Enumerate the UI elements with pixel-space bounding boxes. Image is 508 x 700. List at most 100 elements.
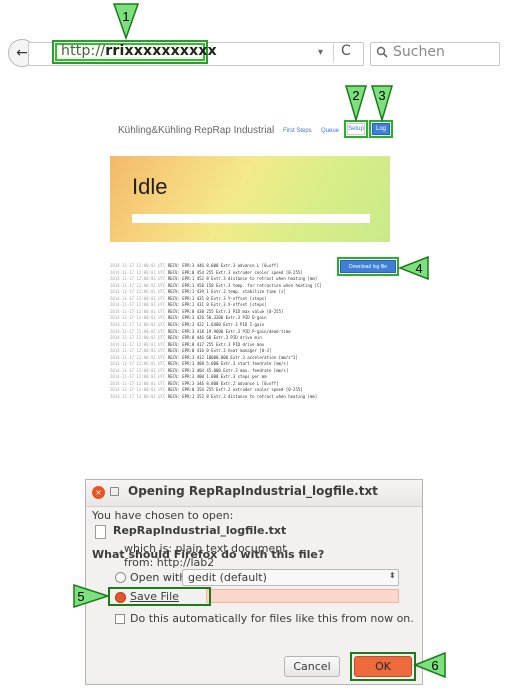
nav-setup-button[interactable]: Setup <box>347 123 365 135</box>
dialog-title: Opening RepRapIndustrial_logfile.txt <box>128 484 378 498</box>
url-dropdown-icon[interactable]: ▾ <box>318 47 323 58</box>
log-message: RECV: EPR:3 408 5.000 Extr.3 start feedr… <box>167 361 289 367</box>
log-line: 2014-11-17 12:00:01 UTC RECV: EPR:0 354 … <box>110 387 303 392</box>
callout-2: 2 <box>352 87 360 103</box>
reload-icon[interactable]: C <box>341 43 351 59</box>
callout-3: 3 <box>378 87 386 103</box>
save-file-radio[interactable] <box>115 592 126 603</box>
open-with-label[interactable]: Open with <box>130 571 186 584</box>
log-timestamp: 2014-11-17 12:00:01 UTC <box>110 263 166 268</box>
log-message: RECV: EPR:0 446 60 Extr.3 PID drive min <box>167 335 262 341</box>
log-message: RECV: EPR:0 430 255 Extr.3 PID max value… <box>167 308 284 314</box>
log-line: 2014-11-17 12:00:01 UTC RECV: EPR:0 446 … <box>110 335 262 340</box>
auto-checkbox[interactable] <box>115 614 125 624</box>
log-line: 2014-11-17 12:00:01 UTC RECV: EPR:3 426 … <box>110 315 267 320</box>
log-message: RECV: EPR:3 426 50.3200 Extr.3 PID D-gai… <box>167 315 267 321</box>
log-message: RECV: EPR:1 450 150 Extr.3 temp. for ret… <box>167 282 322 288</box>
log-message: RECV: EPR:1 435 0 Extr.3 Y-offset [steps… <box>167 295 267 301</box>
select-arrows-icon: ⬍ <box>389 571 396 580</box>
log-line: 2014-11-17 12:00:01 UTC RECV: EPR:1 452 … <box>110 276 317 281</box>
callout-6: 6 <box>431 657 439 673</box>
app-select-value: gedit (default) <box>188 571 267 584</box>
log-timestamp: 2014-11-17 12:00:01 UTC <box>110 394 166 399</box>
log-timestamp: 2014-11-17 12:00:01 UTC <box>110 380 166 386</box>
file-name: RepRapIndustrial_logfile.txt <box>113 524 287 537</box>
log-timestamp: 2014-11-17 12:00:01 UTC <box>110 341 166 347</box>
open-with-radio[interactable] <box>115 572 126 583</box>
log-message: RECV: EPR:1 431 0 Extr.3 X-offset [steps… <box>167 302 267 308</box>
log-line: 2014-11-17 12:00:01 UTC RECV: EPR:0 417 … <box>110 342 264 347</box>
chosen-label: You have chosen to open: <box>92 509 234 522</box>
log-timestamp: 2014-11-17 12:00:01 UTC <box>110 302 166 308</box>
url-host: rrixxxxxxxxxx <box>105 43 217 59</box>
log-line: 2014-11-17 12:00:01 UTC RECV: EPR:1 352 … <box>110 394 317 399</box>
log-line: 2014-11-17 12:00:01 UTC RECV: EPR:0 416 … <box>110 348 271 353</box>
app-brand: Kühling&Kühling RepRap Industrial <box>118 125 275 136</box>
log-line: 2014-11-17 12:00:01 UTC RECV: EPR:1 450 … <box>110 283 322 288</box>
auto-label[interactable]: Do this automatically for files like thi… <box>130 612 414 625</box>
action-question: What should Firefox do with this file? <box>92 548 325 561</box>
log-timestamp: 2014-11-17 12:00:01 UTC <box>110 276 166 282</box>
url-text[interactable]: http://rrixxxxxxxxxx <box>61 43 217 59</box>
log-message: RECV: EPR:3 400 1.000 Extr.3 steps per m… <box>167 374 267 380</box>
log-timestamp: 2014-11-17 12:00:01 UTC <box>110 348 166 354</box>
close-icon[interactable]: × <box>92 486 105 499</box>
save-file-row <box>206 589 399 603</box>
log-line: 2014-11-17 12:00:01 UTC RECV: EPR:1 439 … <box>110 289 286 294</box>
log-line: 2014-11-17 12:00:01 UTC RECV: EPR:3 408 … <box>110 361 288 366</box>
log-timestamp: 2014-11-17 12:00:01 UTC <box>110 308 166 314</box>
callout-1: 1 <box>122 8 130 24</box>
log-message: RECV: EPR:1 439 1 Extr.3 temp. stabilize… <box>167 289 286 295</box>
log-line: 2014-11-17 12:00:01 UTC RECV: EPR:3 346 … <box>110 381 279 386</box>
log-timestamp: 2014-11-17 12:00:01 UTC <box>110 374 166 380</box>
log-message: RECV: EPR:3 422 1.6400 Extr.3 PID I-gain <box>167 321 265 327</box>
log-timestamp: 2014-11-17 12:00:01 UTC <box>110 335 166 341</box>
log-timestamp: 2014-11-17 12:00:01 UTC <box>110 361 166 367</box>
nav-log-button[interactable]: Log <box>372 123 390 135</box>
url-prefix: http:// <box>61 43 106 59</box>
log-message: RECV: EPR:3 412 10000.000 Extr.3 acceler… <box>167 354 298 360</box>
log-message: RECV: EPR:3 446 8.000 Extr.3 advance L [… <box>167 263 279 268</box>
callout-5: 5 <box>77 588 85 604</box>
ok-button[interactable]: OK <box>354 656 412 677</box>
callout-4: 4 <box>415 260 423 276</box>
log-line: 2014-11-17 12:00:01 UTC RECV: EPR:1 431 … <box>110 302 267 307</box>
log-timestamp: 2014-11-17 12:00:01 UTC <box>110 328 166 334</box>
log-timestamp: 2014-11-17 12:00:01 UTC <box>110 269 166 275</box>
log-line: 2014-11-17 12:00:01 UTC RECV: EPR:3 446 … <box>110 263 279 268</box>
log-message: RECV: EPR:3 404 45.000 Extr.3 max. feedr… <box>167 367 289 373</box>
log-line: 2014-11-17 12:00:01 UTC RECV: EPR:3 418 … <box>110 329 291 334</box>
log-line: 2014-11-17 12:00:01 UTC RECV: EPR:3 422 … <box>110 322 264 327</box>
log-line: 2014-11-17 12:00:01 UTC RECV: EPR:3 400 … <box>110 374 267 379</box>
log-message: RECV: EPR:3 346 8.000 Extr.2 advance L [… <box>167 380 279 386</box>
log-timestamp: 2014-11-17 12:00:01 UTC <box>110 289 166 295</box>
log-message: RECV: EPR:0 416 0 Extr.3 heat manager [0… <box>167 348 272 354</box>
search-placeholder: Suchen <box>393 44 445 60</box>
log-message: RECV: EPR:0 417 255 Extr.3 PID drive max <box>167 341 265 347</box>
status-progress-bar <box>132 214 370 223</box>
log-message: RECV: EPR:1 352 8 Extr.2 distance to ret… <box>167 394 318 399</box>
log-line: 2014-11-17 12:00:01 UTC RECV: EPR:3 412 … <box>110 355 298 360</box>
save-file-label[interactable]: Save File <box>130 590 179 603</box>
url-divider <box>333 44 334 62</box>
log-message: RECV: EPR:0 454 255 Extr.3 extruder cool… <box>167 269 303 275</box>
log-timestamp: 2014-11-17 12:00:01 UTC <box>110 387 166 393</box>
log-timestamp: 2014-11-17 12:00:01 UTC <box>110 367 166 373</box>
minimize-icon[interactable] <box>110 487 119 496</box>
status-text: Idle <box>132 174 168 199</box>
log-timestamp: 2014-11-17 12:00:01 UTC <box>110 354 166 360</box>
log-line: 2014-11-17 12:00:01 UTC RECV: EPR:0 454 … <box>110 270 303 275</box>
back-arrow-icon: ← <box>16 45 28 61</box>
log-message: RECV: EPR:0 354 255 Extr.2 extruder cool… <box>167 387 303 393</box>
log-timestamp: 2014-11-17 12:00:01 UTC <box>110 295 166 301</box>
log-timestamp: 2014-11-17 12:00:01 UTC <box>110 282 166 288</box>
text-file-icon <box>95 525 106 539</box>
log-timestamp: 2014-11-17 12:00:01 UTC <box>110 321 166 327</box>
nav-queue[interactable]: Queue <box>321 128 339 134</box>
log-line: 2014-11-17 12:00:01 UTC RECV: EPR:0 430 … <box>110 309 283 314</box>
nav-first-steps[interactable]: First Steps <box>283 128 312 134</box>
cancel-button[interactable]: Cancel <box>284 656 340 677</box>
download-log-button[interactable]: Download log file <box>340 260 396 273</box>
log-line: 2014-11-17 12:00:01 UTC RECV: EPR:1 435 … <box>110 296 267 301</box>
search-icon <box>376 46 388 58</box>
